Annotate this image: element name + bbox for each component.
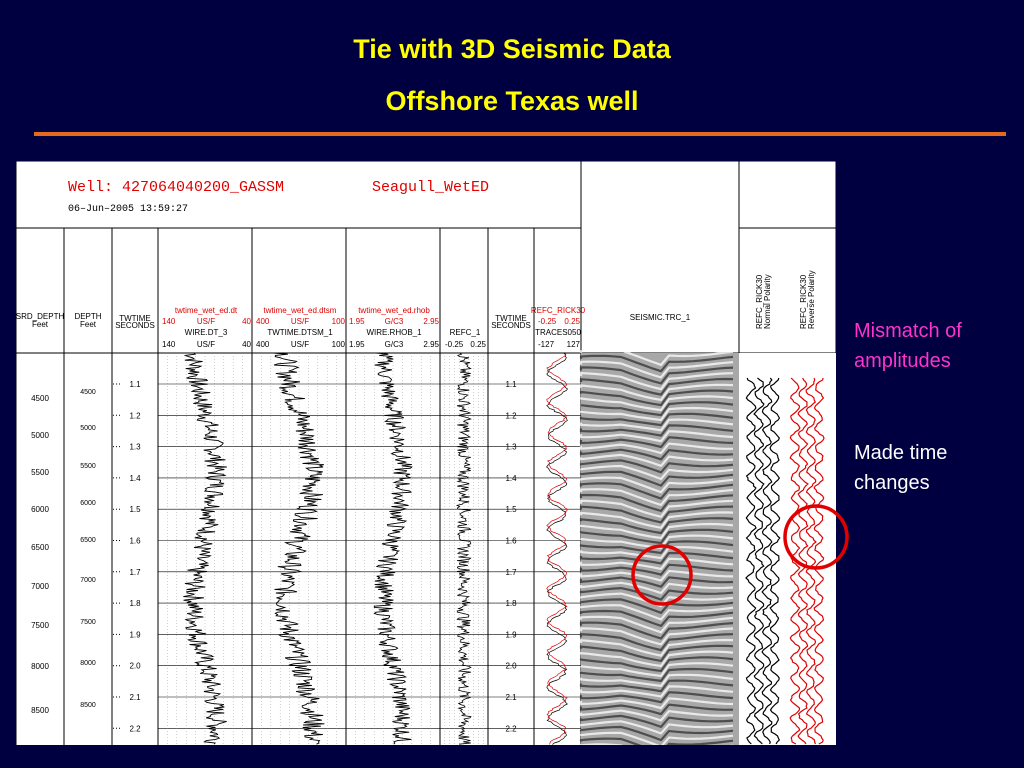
highlight-circles — [631, 504, 849, 606]
highlight-circle-synthetic — [783, 504, 849, 570]
highlight-circle-seismic — [631, 544, 693, 606]
